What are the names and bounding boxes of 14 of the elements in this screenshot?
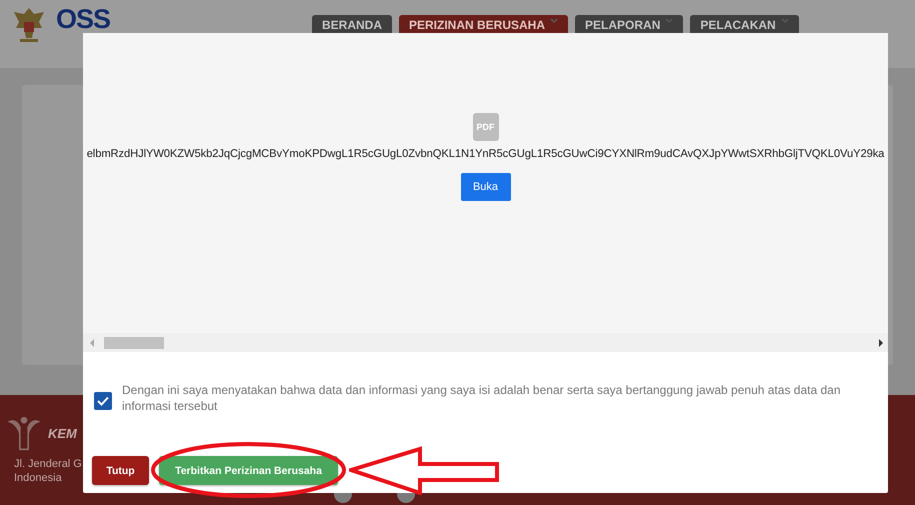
consent-text: Dengan ini saya menyatakan bahwa data dan informasi yang saya isi adalah benar serta saya bertanggung jawab penuh atas data dan informasi tersebut	[122, 382, 842, 414]
horizontal-scrollbar[interactable]	[83, 333, 888, 352]
close-button[interactable]: Tutup	[92, 456, 149, 485]
address-line: Indonesia	[14, 472, 62, 484]
scroll-right-icon[interactable]	[878, 338, 884, 346]
scrollbar-thumb[interactable]	[104, 336, 164, 348]
encoded-text: elbmRzdHJlYW0KZW5kb2JqCjcgMCBvYmoKPDwgL1R5cGUgL0ZvbnQKL1N1YnR5cGUgL1R5cGUwCi9CYXNlRm9udCAvQXJpYWwtSXRhbGljTVQKL0VuY29ka	[86, 148, 884, 160]
pdf-icon: PDF	[472, 113, 498, 141]
issue-permit-button[interactable]: Terbitkan Perizinan Berusaha	[159, 456, 338, 485]
address-line: Jl. Jenderal G	[14, 458, 82, 470]
checkbox[interactable]	[94, 392, 112, 410]
ministry-name: KEM	[48, 426, 77, 441]
logo-text: OSS	[56, 4, 110, 33]
open-button[interactable]: Buka	[460, 173, 510, 201]
